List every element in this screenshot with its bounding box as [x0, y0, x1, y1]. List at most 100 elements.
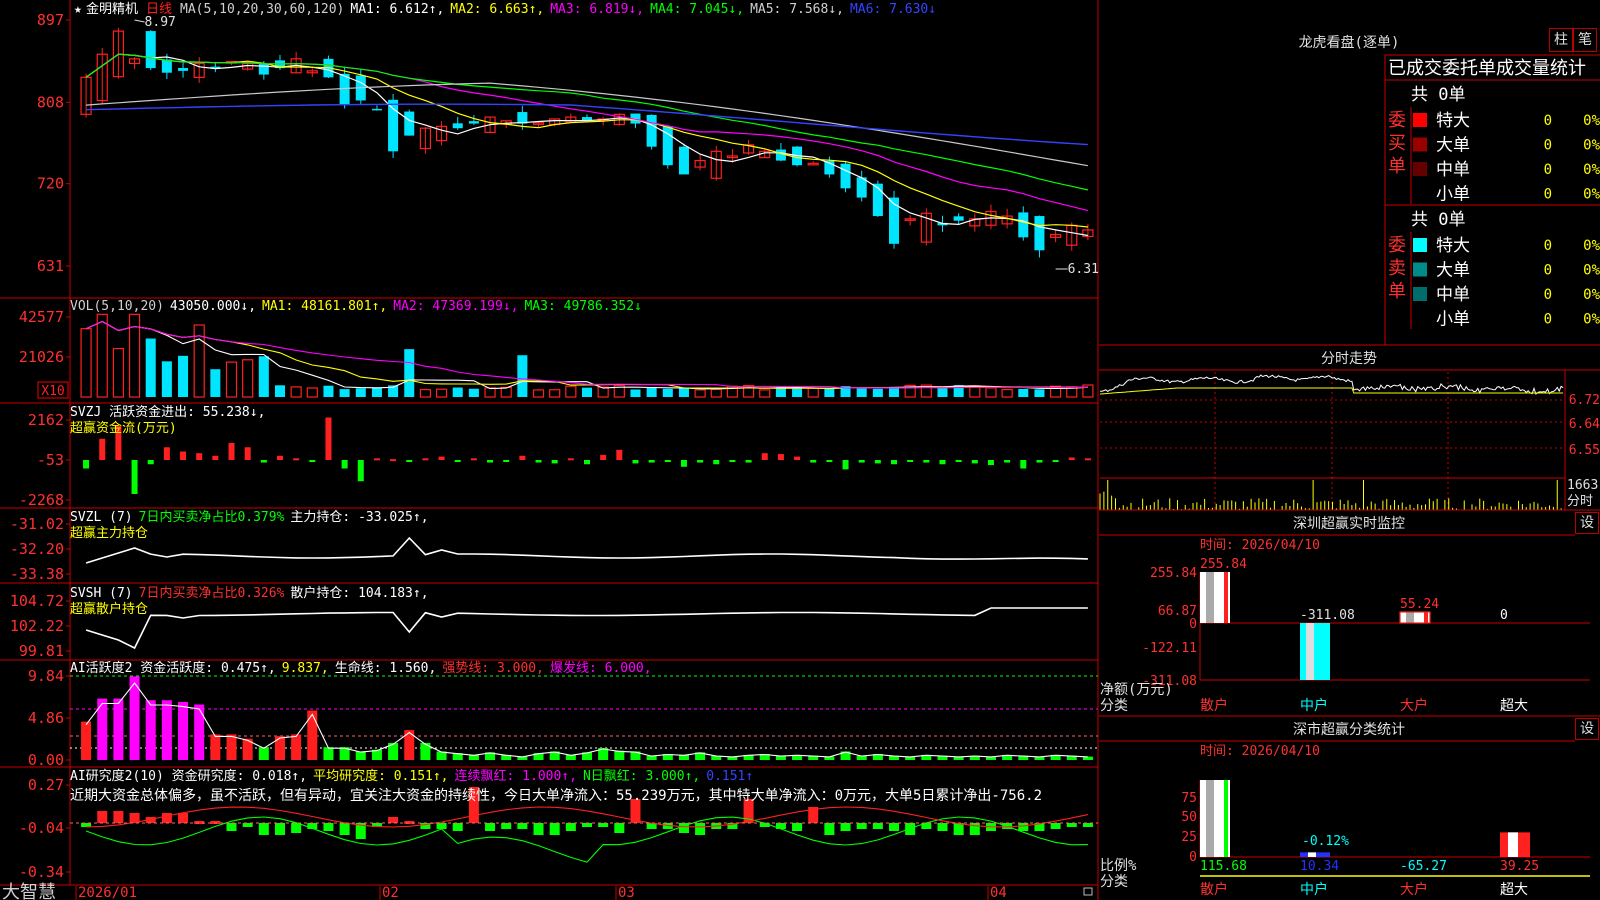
sz-monitor-y-tick: -122.11: [1142, 641, 1197, 656]
svzl-y-tick: -31.02: [10, 515, 64, 533]
svzl-title-2: 主力持仓: -33.025↑,: [290, 510, 428, 525]
ai-research-comment: 近期大资金总体偏多，虽不活跃，但有异动，宜关注大资金的持续性，今日大单净流入：5…: [70, 787, 1042, 804]
volume-bar: [274, 385, 285, 397]
lock-icon[interactable]: [1083, 887, 1093, 896]
volume-bar: [532, 389, 545, 398]
volume-bar: [1018, 388, 1029, 397]
svzj-bar: [1004, 460, 1011, 463]
ai-activity-bars[interactable]: [81, 676, 1093, 760]
ai-research-bar: [614, 823, 625, 833]
sz-classify-value-0: 115.68: [1200, 859, 1247, 874]
sz-monitor-xlabel: 分类: [1100, 698, 1128, 714]
sz-monitor-bar-shade-2: [1406, 611, 1414, 623]
btn-bi[interactable]: 笔: [1573, 28, 1597, 52]
ma-title-6: MA6: 7.630↓: [850, 2, 936, 17]
sz-classify-value-3: 39.25: [1500, 859, 1539, 874]
ai-activity-bar: [81, 721, 92, 760]
sz-classify-y-tick: 0: [1189, 850, 1197, 865]
volume-bar: [1034, 389, 1045, 397]
sz-monitor-category-0: 散户: [1200, 697, 1228, 714]
sell-total: 共 0单: [1411, 210, 1465, 230]
sz-classify-value-1: 10.34: [1300, 859, 1339, 874]
buy-total: 共 0单: [1411, 85, 1465, 105]
sz-classify-settings-button[interactable]: 设: [1575, 718, 1599, 740]
sz-monitor-bar-shade-0: [1206, 572, 1214, 623]
svzj-bar: [293, 458, 300, 461]
btn-zhu[interactable]: 柱: [1549, 28, 1573, 52]
svzj-bars[interactable]: [83, 417, 1091, 495]
vol-title-4: MA3: 49786.352↓: [524, 299, 641, 314]
sz-monitor-category-2: 大户: [1400, 697, 1428, 714]
ai-research-bar: [339, 823, 350, 835]
vol-unit-label: X10: [41, 384, 64, 399]
svzj-bar: [616, 449, 623, 460]
svzj-bar: [228, 443, 235, 460]
svzj-bar: [600, 454, 607, 460]
sz-classify-value-2: -65.27: [1400, 859, 1447, 874]
volume-bar: [323, 385, 334, 397]
sz-classify-bar-shade-1: [1308, 852, 1316, 857]
ai-activity-bar: [355, 751, 366, 760]
ai-research-bar: [1066, 823, 1077, 827]
sz-monitor-bar-edge-0: [1224, 572, 1228, 623]
ai-research-bar: [501, 823, 512, 829]
svzj-bar: [163, 447, 170, 460]
low-price-label: 6.31: [1068, 262, 1099, 277]
ma-line-0: [85, 53, 1089, 237]
dragon-tab-1[interactable]: 委托单: [1442, 58, 1496, 79]
svzj-bar: [99, 438, 106, 460]
ai-activity-title-4: 爆发线: 6.000,: [550, 660, 652, 676]
svzj-bar: [858, 460, 865, 463]
main-y-tick: 720: [37, 175, 64, 193]
dragon-tab-2[interactable]: 成交量统计: [1496, 58, 1586, 79]
sell-label-char: 卖: [1388, 258, 1406, 279]
sz-monitor-settings-button[interactable]: 设: [1575, 512, 1599, 534]
sz-monitor-bar-1: [1300, 623, 1330, 680]
date-axis-label: 03: [618, 885, 635, 900]
ai-research-bar: [872, 823, 883, 829]
volume-bar: [856, 387, 867, 397]
ai-research-title-4: 0.151↑: [706, 769, 753, 784]
svzj-bar: [680, 460, 687, 467]
svzj-bar: [810, 460, 817, 463]
volume-bar: [80, 328, 92, 398]
svzl-title-0: SVZL (7): [70, 510, 133, 525]
svsh-title-2: 散户持仓: 104.183↑,: [290, 585, 428, 601]
sell-row-name-2: 中单: [1436, 285, 1470, 305]
ai-activity-bar: [113, 698, 124, 760]
dragon-tab-0[interactable]: 已成交: [1388, 58, 1442, 79]
volume-bar: [517, 355, 528, 397]
volume-bar: [759, 389, 771, 398]
intraday-y-tick: 6.72: [1569, 393, 1600, 408]
svzj-bar: [147, 460, 154, 465]
volume-bar: [484, 387, 496, 398]
volume-bar: [937, 388, 948, 397]
ai-research-bar: [258, 823, 269, 835]
ai-research-bar: [598, 823, 609, 827]
ai-research-bar: [824, 823, 835, 835]
svzj-bar: [83, 460, 90, 469]
ai-activity-title-2: 生命线: 1.560,: [335, 660, 437, 676]
date-axis-label: 2026/01: [78, 885, 137, 900]
buy-row-pct-0: 0%: [1583, 113, 1600, 129]
sz-classify-y-tick: 50: [1181, 810, 1197, 825]
sz-classify-title: 深市超赢分类统计: [1293, 721, 1405, 738]
svsh-line: [85, 607, 1088, 650]
sz-monitor-time: 时间: 2026/04/10: [1200, 538, 1320, 553]
volume-bar: [500, 386, 512, 398]
svzj-bar: [874, 460, 881, 464]
svzj-bar: [826, 460, 833, 462]
buy-row-name-3: 小单: [1436, 185, 1470, 205]
chart-stage[interactable]: 8.97 6.31 897 808 720 631 ★ 金明精机 日线 MA(5,10,20,30…: [0, 0, 1600, 900]
ai-research-bar: [485, 823, 496, 831]
volume-bar: [678, 388, 689, 397]
buy-row-pct-2: 0%: [1583, 162, 1600, 178]
ma-title-4: MA4: 7.045↓,: [650, 2, 744, 17]
svzj-bar: [373, 458, 380, 461]
sz-monitor-bar-label-2: 55.24: [1400, 597, 1439, 612]
vol-title-1: 43050.000↓,: [170, 299, 256, 314]
sell-row-name-0: 特大: [1436, 236, 1470, 256]
ai-activity-bar: [178, 701, 189, 760]
intraday-vol-tick: 1663: [1567, 478, 1598, 493]
volume-bar: [985, 387, 997, 398]
